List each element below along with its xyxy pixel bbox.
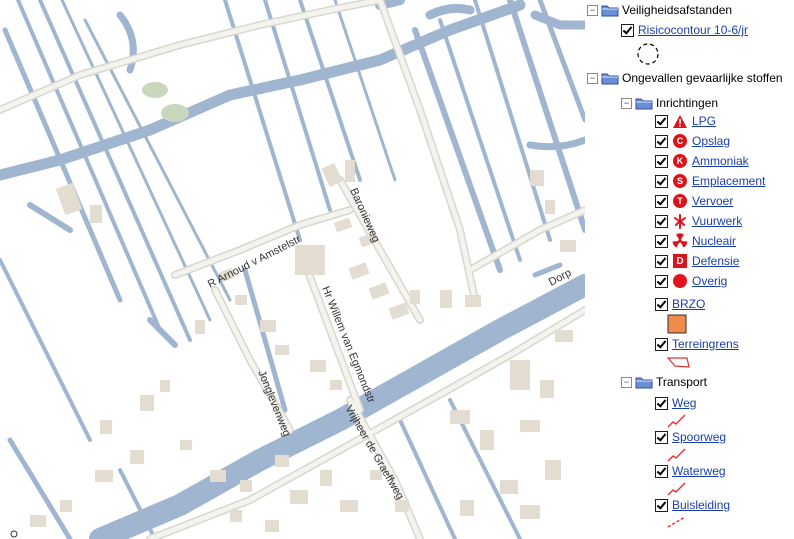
pipeline-line-icon — [667, 516, 686, 528]
layer-terreingrens[interactable]: Terreingrens — [655, 336, 739, 352]
folder-icon — [635, 98, 653, 110]
warning-triangle-icon — [672, 113, 688, 129]
layer-checkbox[interactable] — [655, 297, 668, 311]
layer-checkbox[interactable] — [655, 134, 668, 148]
layer-link[interactable]: Ammoniak — [692, 154, 749, 168]
layer-link[interactable]: Risicocontour 10-6/jr — [638, 23, 748, 37]
layer-checkbox[interactable] — [655, 396, 668, 410]
layer-link[interactable]: Buisleiding — [672, 498, 730, 512]
group-label: Veiligheidsafstanden — [622, 3, 733, 17]
layer-checkbox[interactable] — [621, 23, 634, 37]
radiation-icon — [672, 233, 688, 249]
layer-link[interactable]: Emplacement — [692, 174, 765, 188]
layer-link[interactable]: Weg — [672, 396, 696, 410]
collapse-toggle-icon[interactable]: − — [587, 72, 598, 84]
folder-icon — [635, 377, 653, 389]
layer-checkbox[interactable] — [655, 430, 668, 444]
firework-icon — [672, 213, 688, 229]
layer-buisleiding[interactable]: Buisleiding — [655, 497, 730, 513]
dashed-circle-icon — [637, 43, 659, 65]
group-label: Transport — [656, 375, 707, 389]
layer-link[interactable]: Defensie — [692, 254, 739, 268]
layer-ammoniak[interactable]: K Ammoniak — [655, 153, 749, 169]
layer-link[interactable]: Vuurwerk — [692, 214, 742, 228]
layer-emplacement[interactable]: S Emplacement — [655, 173, 765, 189]
layer-checkbox[interactable] — [655, 194, 668, 208]
ammoniak-icon: K — [672, 153, 688, 169]
boundary-outline-icon — [667, 357, 690, 368]
group-transport[interactable]: − Transport — [621, 374, 707, 390]
brzo-swatch-icon — [667, 314, 687, 334]
layer-spoorweg[interactable]: Spoorweg — [655, 429, 726, 445]
layer-link[interactable]: Spoorweg — [672, 430, 726, 444]
folder-icon — [601, 5, 619, 17]
layer-checkbox[interactable] — [655, 498, 668, 512]
group-inrichtingen[interactable]: − Inrichtingen — [621, 95, 718, 111]
defensie-icon: D — [672, 253, 688, 269]
layer-link[interactable]: Overig — [692, 274, 727, 288]
layer-checkbox[interactable] — [655, 234, 668, 248]
rail-line-icon — [667, 448, 686, 462]
layer-checkbox[interactable] — [655, 214, 668, 228]
group-ongevallen[interactable]: − Ongevallen gevaarlijke stoffen — [587, 70, 783, 86]
layer-link[interactable]: BRZO — [672, 297, 705, 311]
layer-defensie[interactable]: D Defensie — [655, 253, 739, 269]
layer-checkbox[interactable] — [655, 174, 668, 188]
opslag-icon: C — [672, 133, 688, 149]
layer-link[interactable]: Waterweg — [672, 464, 726, 478]
layer-risicocontour[interactable]: Risicocontour 10-6/jr — [621, 22, 748, 38]
red-dot-icon — [672, 273, 688, 289]
vervoer-icon: T — [672, 193, 688, 209]
layer-nucleair[interactable]: Nucleair — [655, 233, 736, 249]
legend-panel: − Veiligheidsafstanden Risicocontour 10-… — [585, 0, 794, 539]
group-veiligheidsafstanden[interactable]: − Veiligheidsafstanden — [587, 2, 732, 18]
layer-link[interactable]: LPG — [692, 114, 716, 128]
layer-link[interactable]: Vervoer — [692, 194, 733, 208]
emplacement-icon: S — [672, 173, 688, 189]
layer-weg[interactable]: Weg — [655, 395, 696, 411]
layer-link[interactable]: Terreingrens — [672, 337, 739, 351]
layer-checkbox[interactable] — [655, 114, 668, 128]
layer-link[interactable]: Nucleair — [692, 234, 736, 248]
waterway-line-icon — [667, 482, 686, 496]
folder-icon — [601, 73, 619, 85]
map-canvas[interactable]: Baronieweg R Arnoud v Amstelstr Hr Wille… — [0, 0, 585, 539]
collapse-toggle-icon[interactable]: − — [621, 97, 632, 109]
layer-checkbox[interactable] — [655, 154, 668, 168]
layer-checkbox[interactable] — [655, 254, 668, 268]
layer-waterweg[interactable]: Waterweg — [655, 463, 726, 479]
group-label: Inrichtingen — [656, 96, 719, 110]
layer-opslag[interactable]: C Opslag — [655, 133, 730, 149]
layer-checkbox[interactable] — [655, 464, 668, 478]
layer-lpg[interactable]: LPG — [655, 113, 716, 129]
layer-overig[interactable]: Overig — [655, 273, 727, 289]
collapse-toggle-icon[interactable]: − — [621, 376, 632, 388]
layer-brzo[interactable]: BRZO — [655, 296, 705, 312]
layer-checkbox[interactable] — [655, 337, 668, 351]
layer-vuurwerk[interactable]: Vuurwerk — [655, 213, 742, 229]
layer-link[interactable]: Opslag — [692, 134, 730, 148]
group-label: Ongevallen gevaarlijke stoffen — [622, 71, 783, 85]
layer-checkbox[interactable] — [655, 274, 668, 288]
road-line-icon — [667, 414, 686, 428]
map-view[interactable]: Baronieweg R Arnoud v Amstelstr Hr Wille… — [0, 0, 585, 539]
layer-vervoer[interactable]: T Vervoer — [655, 193, 733, 209]
collapse-toggle-icon[interactable]: − — [587, 4, 598, 16]
